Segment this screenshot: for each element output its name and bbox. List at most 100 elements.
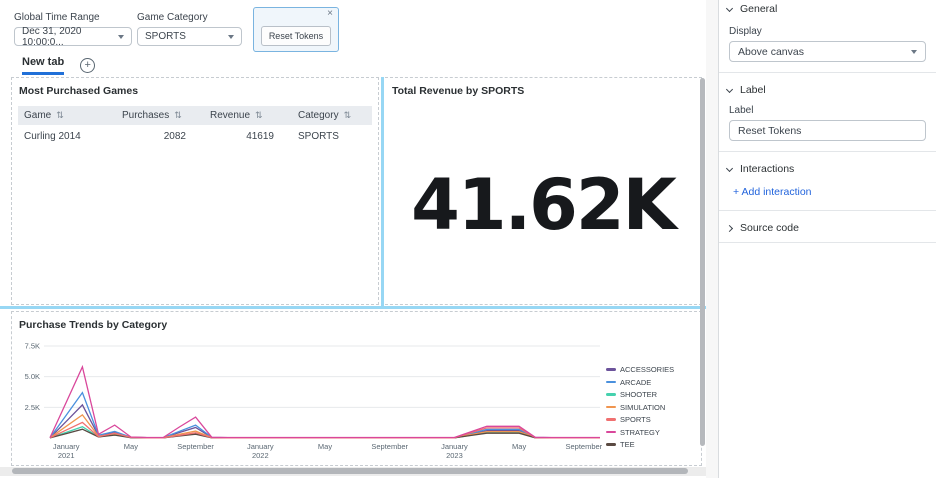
legend-swatch — [606, 368, 616, 371]
reset-tokens-button[interactable]: Reset Tokens — [261, 26, 331, 46]
configuration-sidebar: General Display Above canvas Label Label… — [718, 0, 936, 478]
sort-icon[interactable]: ⇅ — [344, 110, 352, 120]
section-interactions-title: Interactions — [740, 163, 794, 175]
section-label[interactable]: Label — [719, 81, 936, 97]
games-table: Game⇅Purchases⇅Revenue⇅Category⇅Curling … — [18, 106, 372, 148]
legend-item[interactable]: SPORTS — [606, 415, 688, 424]
column-header-revenue[interactable]: Revenue⇅ — [204, 106, 292, 125]
sort-icon[interactable]: ⇅ — [56, 110, 64, 120]
add-tab-button[interactable]: + — [80, 58, 95, 73]
panel-title: Most Purchased Games — [12, 78, 378, 97]
global-time-range-label: Global Time Range — [14, 12, 132, 23]
svg-text:May: May — [512, 442, 526, 451]
table-cell: 41619 — [204, 125, 292, 148]
legend-label: STRATEGY — [620, 428, 660, 437]
series-line-strategy — [50, 367, 600, 438]
global-time-range-control: Global Time Range Dec 31, 2020 10:00:0..… — [14, 12, 132, 46]
legend-label: SPORTS — [620, 415, 651, 424]
sort-icon[interactable]: ⇅ — [174, 110, 182, 120]
dashboard-editor-window: Global Time Range Dec 31, 2020 10:00:0..… — [0, 0, 936, 478]
chevron-down-icon — [726, 4, 733, 11]
most-purchased-games-panel[interactable]: Most Purchased Games Game⇅Purchases⇅Reve… — [11, 77, 379, 305]
tab-new-tab[interactable]: New tab — [22, 56, 64, 75]
legend-swatch — [606, 443, 616, 446]
legend-item[interactable]: SIMULATION — [606, 403, 688, 412]
svg-text:September: September — [565, 442, 602, 451]
legend-label: TEE — [620, 440, 635, 449]
panel-edge-guide-vertical — [381, 77, 384, 306]
legend-swatch — [606, 381, 616, 384]
panel-title: Purchase Trends by Category — [12, 312, 701, 331]
game-category-value: SPORTS — [145, 31, 186, 42]
svg-text:January: January — [441, 442, 468, 451]
divider — [719, 210, 936, 211]
global-time-range-value: Dec 31, 2020 10:00:0... — [22, 26, 112, 48]
chevron-down-icon — [118, 35, 124, 39]
label-field-label: Label — [719, 105, 936, 116]
svg-text:2.5K: 2.5K — [25, 403, 40, 412]
game-category-control: Game Category SPORTS — [137, 12, 242, 46]
svg-text:5.0K: 5.0K — [25, 372, 40, 381]
column-header-purchases[interactable]: Purchases⇅ — [116, 106, 204, 125]
display-value: Above canvas — [738, 46, 804, 58]
table-cell: 2082 — [116, 125, 204, 148]
svg-text:7.5K: 7.5K — [25, 342, 40, 351]
svg-text:2021: 2021 — [58, 451, 75, 460]
section-source-code-row: Source code — [719, 219, 936, 243]
tabs-bar: New tab + — [0, 56, 710, 75]
label-input[interactable] — [729, 120, 926, 141]
legend-item[interactable]: ACCESSORIES — [606, 365, 688, 374]
legend-item[interactable]: STRATEGY — [606, 428, 688, 437]
canvas-vertical-scrollbar[interactable] — [700, 78, 705, 446]
svg-text:September: September — [371, 442, 408, 451]
display-label: Display — [719, 26, 936, 37]
section-general-title: General — [740, 3, 777, 15]
column-header-category[interactable]: Category⇅ — [292, 106, 372, 125]
chevron-right-icon — [726, 224, 733, 231]
single-value-number: 41.62K — [385, 106, 701, 304]
svg-text:September: September — [177, 442, 214, 451]
panel-edge-guide-horizontal — [0, 306, 710, 309]
purchase-trends-panel[interactable]: Purchase Trends by Category 2.5K 5.0K 7.5K… — [11, 311, 702, 466]
global-time-range-dropdown[interactable]: Dec 31, 2020 10:00:0... — [14, 27, 132, 46]
game-category-label: Game Category — [137, 12, 242, 23]
legend-label: ARCADE — [620, 378, 651, 387]
legend-item[interactable]: SHOOTER — [606, 390, 688, 399]
column-header-game[interactable]: Game⇅ — [18, 106, 116, 125]
legend-label: SHOOTER — [620, 390, 657, 399]
section-label-title: Label — [740, 84, 766, 96]
section-source-code-title: Source code — [740, 222, 799, 234]
game-category-dropdown[interactable]: SPORTS — [137, 27, 242, 46]
canvas-horizontal-scrollbar[interactable] — [12, 468, 688, 474]
section-interactions[interactable]: Interactions — [719, 160, 936, 176]
legend-item[interactable]: ARCADE — [606, 378, 688, 387]
svg-text:January: January — [247, 442, 274, 451]
close-icon[interactable]: × — [327, 8, 333, 20]
legend-label: ACCESSORIES — [620, 365, 674, 374]
legend-item[interactable]: TEE — [606, 440, 688, 449]
chevron-down-icon — [911, 50, 917, 54]
line-chart: 2.5K 5.0K 7.5K January 2021 May September Janua… — [16, 334, 606, 462]
reset-tokens-widget-selected[interactable]: × Reset Tokens — [253, 7, 339, 52]
total-revenue-panel[interactable]: Total Revenue by SPORTS 41.62K — [385, 77, 702, 305]
divider — [719, 72, 936, 73]
global-inputs-row: Global Time Range Dec 31, 2020 10:00:0..… — [0, 0, 710, 56]
panel-title: Total Revenue by SPORTS — [385, 78, 701, 97]
legend-swatch — [606, 406, 616, 409]
section-source-code[interactable]: Source code — [719, 219, 936, 235]
table-cell: SPORTS — [292, 125, 372, 148]
sort-icon[interactable]: ⇅ — [255, 110, 263, 120]
svg-text:May: May — [318, 442, 332, 451]
dashboard-canvas: Most Purchased Games Game⇅Purchases⇅Reve… — [0, 75, 710, 478]
panel-gutter — [706, 0, 718, 478]
svg-text:May: May — [124, 442, 138, 451]
display-dropdown[interactable]: Above canvas — [729, 41, 926, 62]
table-cell: Curling 2014 — [18, 125, 116, 148]
legend-swatch — [606, 393, 616, 396]
section-general[interactable]: General — [719, 0, 936, 16]
table-row[interactable]: Curling 2014208241619SPORTS — [18, 125, 372, 148]
chevron-down-icon — [228, 35, 234, 39]
chart-legend: ACCESSORIES ARCADE SHOOTER SIMULATION SPORTS… — [606, 334, 688, 463]
add-interaction-link[interactable]: + Add interaction — [733, 186, 812, 198]
legend-swatch — [606, 418, 616, 421]
